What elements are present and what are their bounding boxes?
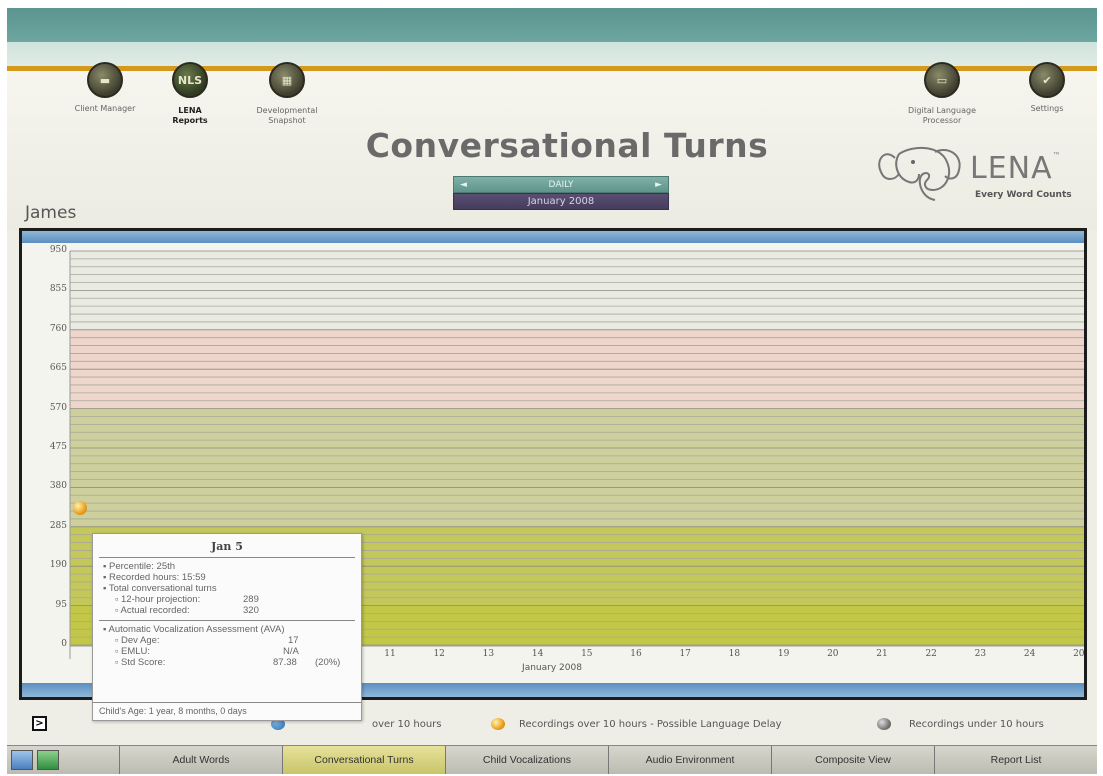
nav-settings[interactable]: ✔ Settings xyxy=(1007,62,1087,114)
nav-digital-language-processor[interactable]: ▭ Digital Language Processor xyxy=(897,62,987,126)
orange-dot-icon xyxy=(491,718,505,730)
nav-developmental-snapshot[interactable]: ▦ Developmental Snapshot xyxy=(237,62,337,126)
x-tick-label: 12 xyxy=(433,649,445,659)
period-mode[interactable]: DAILY xyxy=(549,180,574,190)
tooltip-emlu: ▫ EMLU: N/A xyxy=(115,646,299,657)
tab-audio-environment[interactable]: Audio Environment xyxy=(608,746,771,774)
expand-legend-button[interactable]: > xyxy=(32,716,47,731)
x-tick-label: 22 xyxy=(925,649,937,659)
y-tick-label: 760 xyxy=(49,323,67,334)
developmental-snapshot-icon: ▦ xyxy=(269,62,305,98)
nav-dlp-label: Digital Language Processor xyxy=(908,106,976,125)
nav-lena-reports[interactable]: NLS LENA Reports xyxy=(150,62,230,126)
tab-composite-view[interactable]: Composite View xyxy=(771,746,934,774)
page-title: Conversational Turns xyxy=(365,126,769,165)
tooltip-projection: ▫ 12-hour projection: 289 xyxy=(115,594,259,605)
tooltip-percentile: ▪ Percentile: 25th xyxy=(103,561,176,572)
y-tick-label: 95 xyxy=(55,599,67,610)
x-tick-label: 18 xyxy=(728,649,741,659)
tab-report-list[interactable]: Report List xyxy=(934,746,1097,774)
tab-child-vocalizations[interactable]: Child Vocalizations xyxy=(445,746,608,774)
y-tick-label: 475 xyxy=(49,442,67,452)
y-tick-label: 380 xyxy=(49,481,67,492)
client-manager-icon: ▬ xyxy=(87,62,123,98)
x-tick-label: 21 xyxy=(876,649,888,659)
tooltip-separator-2 xyxy=(99,620,355,621)
chart-band xyxy=(70,408,1084,527)
x-tick-label: 13 xyxy=(482,649,495,659)
y-tick-label: 665 xyxy=(49,363,67,374)
y-tick-label: 855 xyxy=(49,284,67,295)
x-tick-label: 16 xyxy=(630,649,642,659)
period-mode-row: ◄ DAILY ► xyxy=(453,176,669,193)
top-bar xyxy=(7,8,1097,42)
dlp-icon: ▭ xyxy=(924,62,960,98)
tooltip-title: Jan 5 xyxy=(211,540,243,553)
y-tick-label: 190 xyxy=(49,560,67,571)
logo-brand: LENA™ xyxy=(970,151,1062,186)
y-tick-label: 570 xyxy=(49,402,67,413)
tab-adult-words[interactable]: Adult Words xyxy=(119,746,282,774)
tooltip-separator xyxy=(99,557,355,558)
x-axis-label: January 2008 xyxy=(522,663,582,673)
tab-bar: Adult Words Conversational Turns Child V… xyxy=(7,745,1097,774)
tab-conversational-turns[interactable]: Conversational Turns xyxy=(282,746,445,774)
x-tick-label: 20 xyxy=(1073,649,1084,659)
nav-client-manager-label: Client Manager xyxy=(74,104,136,113)
tooltip-ava: ▪ Automatic Vocalization Assessment (AVA… xyxy=(103,624,285,635)
gray-dot-icon xyxy=(877,718,891,730)
nav-client-manager[interactable]: ▬ Client Manager xyxy=(60,62,150,114)
prev-period-button[interactable]: ◄ xyxy=(460,180,467,190)
period-selector: ◄ DAILY ► January 2008 xyxy=(453,176,669,212)
period-value: January 2008 xyxy=(453,193,669,210)
save-icon[interactable] xyxy=(11,750,33,770)
lena-logo: LENA™ Every Word Counts xyxy=(875,138,1085,208)
child-name: James xyxy=(25,203,77,223)
legend-over-10-hours: over 10 hours xyxy=(372,719,442,730)
legend-possible-delay: Recordings over 10 hours - Possible Lang… xyxy=(519,719,782,730)
x-tick-label: 11 xyxy=(384,649,396,659)
y-tick-label: 285 xyxy=(49,520,67,531)
tooltip-dev-age: ▫ Dev Age: 17 xyxy=(115,635,299,646)
excel-export-icon[interactable] xyxy=(37,750,59,770)
tooltip-std-score: ▫ Std Score: 87.38 (20%) xyxy=(115,657,341,668)
lena-reports-icon: NLS xyxy=(172,62,208,98)
elephant-icon xyxy=(878,146,961,201)
next-period-button[interactable]: ► xyxy=(655,180,662,190)
data-tooltip: Jan 5 ▪ Percentile: 25th ▪ Recorded hour… xyxy=(92,533,362,721)
tooltip-footer: Child's Age: 1 year, 8 months, 0 days xyxy=(93,702,361,720)
x-tick-label: 19 xyxy=(777,649,790,659)
nav-settings-label: Settings xyxy=(1030,104,1064,113)
x-tick-label: 23 xyxy=(974,649,987,659)
x-tick-label: 14 xyxy=(531,649,544,659)
y-tick-label: 0 xyxy=(61,639,67,649)
legend-under-10-hours: Recordings under 10 hours xyxy=(909,719,1044,730)
tooltip-total-turns: ▪ Total conversational turns xyxy=(103,583,217,594)
logo-tagline: Every Word Counts xyxy=(975,190,1072,200)
x-tick-label: 24 xyxy=(1023,649,1036,659)
x-tick-label: 17 xyxy=(679,649,691,659)
tooltip-recorded-hours: ▪ Recorded hours: 15:59 xyxy=(103,572,206,583)
x-tick-label: 15 xyxy=(581,649,593,659)
tooltip-actual: ▫ Actual recorded: 320 xyxy=(115,605,259,616)
y-tick-label: 950 xyxy=(49,245,67,255)
nav-developmental-snapshot-label: Developmental Snapshot xyxy=(256,106,318,125)
x-tick-label: 20 xyxy=(827,649,839,659)
nav-lena-reports-label: LENA Reports xyxy=(172,106,208,125)
checkmark-icon: ✔ xyxy=(1029,62,1065,98)
